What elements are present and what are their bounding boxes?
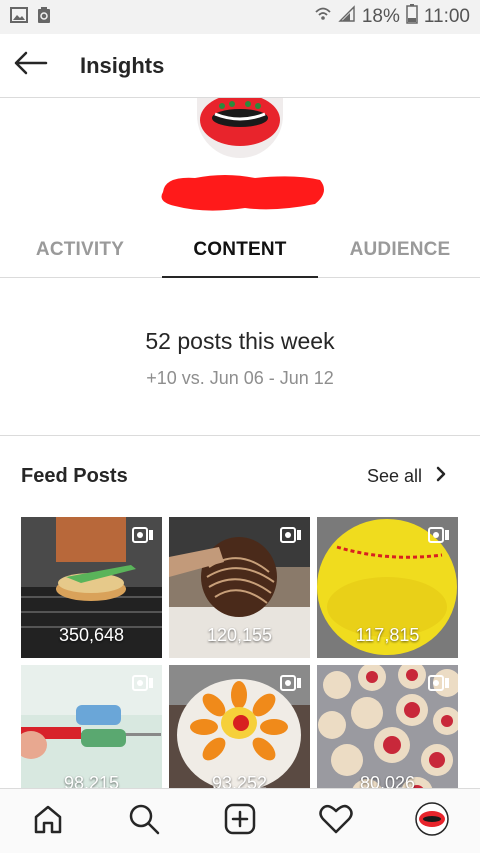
video-icon [428, 527, 450, 548]
feed-posts-title: Feed Posts [21, 464, 128, 487]
search-icon [128, 803, 160, 840]
see-all-link[interactable]: See all [367, 466, 446, 487]
back-arrow-icon [14, 51, 48, 80]
signal-icon [338, 5, 356, 29]
bottom-navigation [0, 788, 480, 853]
recycle-notification-icon [36, 6, 52, 29]
see-all-label: See all [366, 465, 422, 486]
video-icon [132, 527, 154, 548]
profile-section [0, 98, 480, 223]
post-thumbnail[interactable]: 117,815 [317, 517, 458, 658]
tab-content[interactable]: CONTENT [160, 222, 320, 278]
wifi-icon [314, 5, 332, 29]
nav-home-button[interactable] [18, 791, 78, 851]
nav-activity-button[interactable] [306, 791, 366, 851]
chevron-right-icon [436, 466, 446, 487]
posts-count-text: 52 posts this week [145, 328, 335, 354]
post-thumbnail[interactable]: 98,215 [21, 665, 162, 806]
post-view-count: 117,815 [355, 625, 420, 645]
add-post-icon [224, 803, 256, 840]
redacted-username [155, 170, 330, 214]
page-title: Insights [80, 52, 165, 78]
heart-icon [319, 804, 353, 839]
video-icon [428, 675, 450, 696]
video-icon [132, 675, 154, 696]
gallery-notification-icon [10, 6, 28, 28]
status-bar: 18% 11:00 [0, 0, 480, 34]
battery-percent: 18% [361, 6, 400, 27]
tab-activity[interactable]: ACTIVITY [0, 222, 160, 277]
nav-profile-button[interactable] [402, 791, 462, 851]
post-view-count: 120,155 [206, 625, 273, 645]
profile-avatar-icon [415, 801, 449, 841]
nav-search-button[interactable] [114, 791, 174, 851]
post-thumbnail[interactable]: 120,155 [169, 517, 310, 658]
back-button[interactable] [0, 34, 62, 98]
insights-tabs: ACTIVITY CONTENT AUDIENCE [0, 222, 480, 278]
posts-comparison-text: +10 vs. Jun 06 - Jun 12 [146, 368, 334, 388]
video-icon [280, 527, 302, 548]
app-header: Insights [0, 34, 480, 98]
home-icon [32, 803, 64, 840]
post-thumbnail[interactable]: 350,648 [21, 517, 162, 658]
nav-new-post-button[interactable] [210, 791, 270, 851]
video-icon [280, 675, 302, 696]
post-thumbnail[interactable]: 80,026 [317, 665, 458, 806]
post-thumbnail[interactable]: 93,252 [169, 665, 310, 806]
posts-summary: 52 posts this week +10 vs. Jun 06 - Jun … [0, 278, 480, 436]
feed-posts-header: Feed Posts See all [0, 448, 480, 504]
post-view-count: 350,648 [58, 625, 125, 645]
clock: 11:00 [423, 6, 470, 27]
battery-icon [406, 4, 418, 30]
tab-audience[interactable]: AUDIENCE [320, 222, 480, 277]
profile-avatar [197, 98, 283, 158]
